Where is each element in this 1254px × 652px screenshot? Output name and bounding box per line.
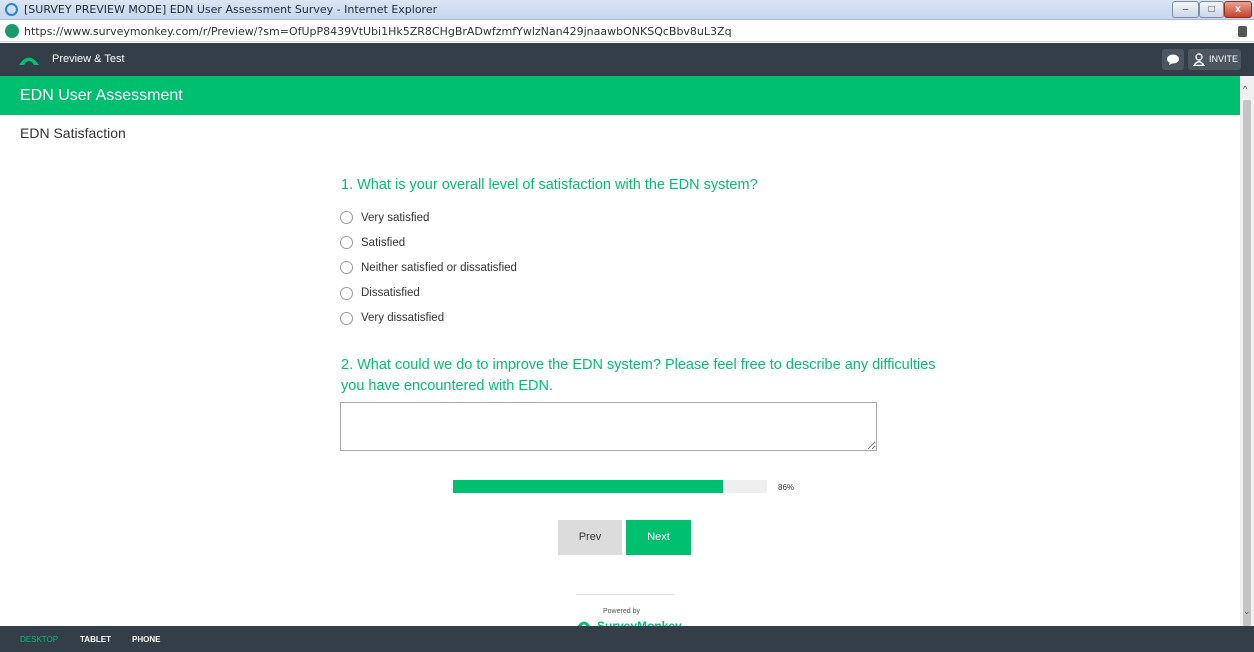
radio-button[interactable] bbox=[340, 286, 353, 300]
radio-button[interactable] bbox=[340, 211, 353, 225]
scroll-up-icon[interactable]: ^ bbox=[1243, 84, 1247, 94]
device-tab-tablet[interactable]: TABLET bbox=[80, 635, 111, 644]
option-label[interactable]: Very satisfied bbox=[361, 212, 429, 224]
scrollbar-thumb[interactable] bbox=[1243, 100, 1251, 626]
surveymonkey-logo-icon[interactable] bbox=[18, 54, 40, 66]
preview-test-title: Preview & Test bbox=[52, 53, 125, 65]
lock-icon[interactable] bbox=[1238, 26, 1247, 37]
footer-divider bbox=[576, 594, 674, 595]
next-button[interactable]: Next bbox=[626, 520, 691, 555]
option-very-dissatisfied[interactable]: Very dissatisfied bbox=[340, 306, 517, 331]
survey-title: EDN User Assessment bbox=[20, 87, 183, 104]
page-scrollbar[interactable]: ^ ⌄ bbox=[1240, 76, 1254, 626]
maximize-button[interactable]: □ bbox=[1199, 1, 1224, 18]
radio-button[interactable] bbox=[340, 311, 353, 325]
window-title: [SURVEY PREVIEW MODE] EDN User Assessmen… bbox=[24, 3, 438, 16]
site-favicon-icon bbox=[5, 24, 19, 38]
question-1-text: 1. What is your overall level of satisfa… bbox=[341, 177, 758, 193]
device-tab-phone[interactable]: PHONE bbox=[132, 635, 160, 644]
internet-explorer-icon bbox=[5, 3, 18, 16]
device-preview-bar: DESKTOP TABLET PHONE bbox=[0, 626, 1254, 652]
user-icon bbox=[1193, 53, 1205, 66]
option-dissatisfied[interactable]: Dissatisfied bbox=[340, 281, 517, 306]
device-tab-desktop[interactable]: DESKTOP bbox=[20, 635, 58, 644]
close-window-button[interactable]: x bbox=[1224, 1, 1252, 18]
prev-button[interactable]: Prev bbox=[558, 520, 622, 555]
preview-toolbar: Preview & Test INVITE bbox=[0, 43, 1254, 76]
progress-label: 86% bbox=[778, 483, 795, 492]
survey-header: EDN User Assessment bbox=[0, 76, 1240, 115]
invite-label: INVITE bbox=[1209, 54, 1239, 64]
option-neither[interactable]: Neither satisfied or dissatisfied bbox=[340, 255, 517, 280]
question-2-text: 2. What could we do to improve the EDN s… bbox=[341, 357, 936, 394]
question-1-options: Very satisfied Satisfied Neither satisfi… bbox=[340, 205, 517, 331]
comments-button[interactable] bbox=[1162, 49, 1184, 70]
progress-bar-fill bbox=[453, 480, 724, 493]
powered-by-text: Powered by bbox=[603, 608, 640, 615]
page-title: EDN Satisfaction bbox=[20, 125, 126, 141]
option-label[interactable]: Neither satisfied or dissatisfied bbox=[361, 262, 517, 274]
progress-bar bbox=[453, 480, 767, 493]
invite-button[interactable]: INVITE bbox=[1188, 49, 1241, 70]
option-label[interactable]: Satisfied bbox=[361, 237, 405, 249]
option-label[interactable]: Dissatisfied bbox=[361, 287, 420, 299]
chat-bubble-icon bbox=[1167, 54, 1179, 66]
radio-button[interactable] bbox=[340, 236, 353, 250]
option-satisfied[interactable]: Satisfied bbox=[340, 230, 517, 255]
address-bar[interactable]: https://www.surveymonkey.com/r/Preview/?… bbox=[0, 21, 1254, 42]
option-label[interactable]: Very dissatisfied bbox=[361, 312, 444, 324]
scroll-down-icon[interactable]: ⌄ bbox=[1243, 606, 1251, 617]
radio-button[interactable] bbox=[340, 261, 353, 275]
question-2-answer-field[interactable] bbox=[340, 402, 877, 451]
window-title-bar: [SURVEY PREVIEW MODE] EDN User Assessmen… bbox=[0, 0, 1254, 20]
minimize-button[interactable]: – bbox=[1172, 1, 1199, 18]
option-very-satisfied[interactable]: Very satisfied bbox=[340, 205, 517, 230]
url-text[interactable]: https://www.surveymonkey.com/r/Preview/?… bbox=[24, 25, 732, 38]
